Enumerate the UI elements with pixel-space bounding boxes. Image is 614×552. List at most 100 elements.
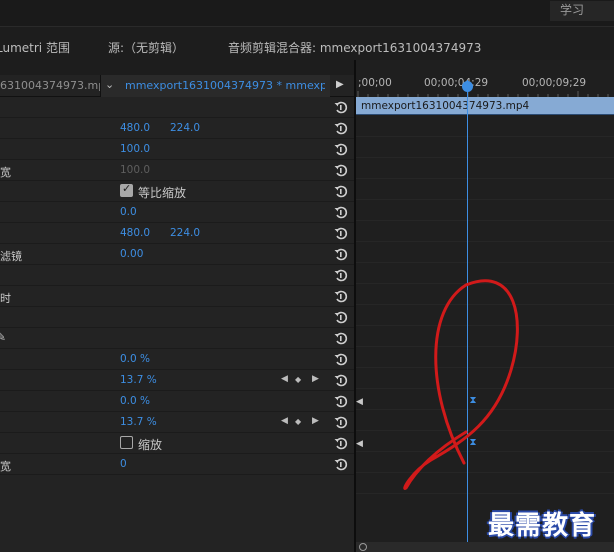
workspace-tab-learn[interactable]: 学习 bbox=[550, 1, 614, 21]
master-clip-label[interactable]: 631004374973.mp4 bbox=[0, 79, 100, 92]
reset-icon[interactable] bbox=[333, 414, 349, 430]
checkbox[interactable] bbox=[120, 182, 133, 197]
prev-keyframe-icon[interactable]: ◀ bbox=[281, 416, 288, 426]
keyframe-marker[interactable]: ⧗ bbox=[468, 438, 478, 448]
pen-icon[interactable]: ✎ bbox=[0, 330, 6, 344]
effect-property-row: 缩放 bbox=[0, 433, 354, 454]
checkbox[interactable] bbox=[120, 436, 133, 449]
watermark-logo: 最需教育 bbox=[488, 511, 597, 541]
timeline-row bbox=[356, 473, 614, 494]
effect-property-row: 宽 100.0 bbox=[0, 160, 354, 181]
property-value[interactable]: 0 bbox=[120, 458, 127, 470]
checkbox-label: 缩放 bbox=[138, 438, 163, 452]
zoom-handle[interactable] bbox=[359, 543, 367, 551]
reset-icon[interactable] bbox=[333, 162, 349, 178]
effect-property-row: 0.0 % bbox=[0, 391, 354, 412]
playhead-line[interactable] bbox=[467, 80, 468, 542]
reset-icon[interactable] bbox=[333, 393, 349, 409]
effect-property-row: 480.0 224.0 bbox=[0, 118, 354, 139]
playhead-handle[interactable] bbox=[462, 81, 473, 92]
reset-icon[interactable] bbox=[333, 330, 349, 346]
add-keyframe-icon[interactable]: ◆ bbox=[295, 375, 301, 384]
chevron-down-icon[interactable]: ⌄ bbox=[105, 78, 119, 91]
reset-icon[interactable] bbox=[333, 225, 349, 241]
tab-lumetri-scopes[interactable]: Lumetri 范围 bbox=[0, 39, 70, 56]
reset-icon[interactable] bbox=[333, 351, 349, 367]
ruler-ticks bbox=[357, 91, 609, 97]
keyframe-edge-marker: ◀ bbox=[356, 397, 363, 407]
timeline-row bbox=[356, 431, 614, 452]
effect-timeline[interactable]: ;00;00 00;00;04;29 00;00;09;29 mmexport1… bbox=[356, 60, 614, 552]
timeline-row bbox=[356, 284, 614, 305]
prev-keyframe-icon[interactable]: ◀ bbox=[281, 374, 288, 384]
effect-property-row bbox=[0, 307, 354, 328]
effect-property-row: 480.0 224.0 bbox=[0, 223, 354, 244]
reset-icon[interactable] bbox=[333, 141, 349, 157]
reset-icon[interactable] bbox=[333, 183, 349, 199]
property-value[interactable]: 0.0 bbox=[120, 206, 137, 218]
tab-audio-clip-mixer[interactable]: 音频剪辑混合器: mmexport1631004374973 bbox=[228, 39, 481, 56]
timeline-row bbox=[356, 389, 614, 410]
effect-property-row: 宽0 bbox=[0, 454, 354, 475]
timeline-row bbox=[356, 263, 614, 284]
property-label: 滤镜 bbox=[0, 250, 22, 263]
timeline-row bbox=[356, 200, 614, 221]
timeline-row bbox=[356, 137, 614, 158]
effect-property-row bbox=[0, 265, 354, 286]
play-icon[interactable]: ▶ bbox=[336, 79, 350, 90]
timecode-mid: 00;00;04;29 bbox=[424, 77, 489, 89]
property-label: 宽 bbox=[0, 460, 11, 473]
effect-property-row: 0.0 % bbox=[0, 349, 354, 370]
reset-icon[interactable] bbox=[333, 309, 349, 325]
reset-icon[interactable] bbox=[333, 204, 349, 220]
property-value[interactable]: 0.0 % bbox=[120, 395, 150, 407]
timeline-row bbox=[356, 242, 614, 263]
property-value[interactable]: 13.7 % bbox=[120, 416, 157, 428]
effect-property-row: 0.0 bbox=[0, 202, 354, 223]
effect-property-row: 13.7 % ◀ ◆ ▶ bbox=[0, 370, 354, 391]
effect-property-row: 时 bbox=[0, 286, 354, 307]
property-value-y[interactable]: 224.0 bbox=[170, 227, 200, 239]
property-value[interactable]: 0.00 bbox=[120, 248, 143, 260]
panel-tabs: Lumetri 范围 源:（无剪辑） 音频剪辑混合器: mmexport1631… bbox=[0, 32, 614, 60]
property-value[interactable]: 100.0 bbox=[120, 164, 150, 176]
effect-properties-list: 480.0 224.0 100.0 宽 100.0 等比缩放0.0 480.0 224.0 滤镜… bbox=[0, 97, 354, 552]
effect-property-row bbox=[0, 97, 354, 118]
timeline-row bbox=[356, 326, 614, 347]
timeline-row bbox=[356, 305, 614, 326]
property-value[interactable]: 0.0 % bbox=[120, 353, 150, 365]
property-value[interactable]: 480.0 bbox=[120, 227, 150, 239]
reset-icon[interactable] bbox=[333, 456, 349, 472]
effect-property-row: 13.7 % ◀ ◆ ▶ bbox=[0, 412, 354, 433]
timecode-start: ;00;00 bbox=[358, 77, 392, 89]
reset-icon[interactable] bbox=[333, 120, 349, 136]
keyframe-marker[interactable]: ⧗ bbox=[468, 396, 478, 406]
reset-icon[interactable] bbox=[333, 288, 349, 304]
property-value-y[interactable]: 224.0 bbox=[170, 122, 200, 134]
effect-property-row: 滤镜 0.00 bbox=[0, 244, 354, 265]
effect-property-row: 100.0 bbox=[0, 139, 354, 160]
timeline-row bbox=[356, 347, 614, 368]
tab-source[interactable]: 源:（无剪辑） bbox=[108, 39, 184, 56]
reset-icon[interactable] bbox=[333, 267, 349, 283]
property-value[interactable]: 100.0 bbox=[120, 143, 150, 155]
time-ruler[interactable]: ;00;00 00;00;04;29 00;00;09;29 bbox=[356, 75, 614, 97]
next-keyframe-icon[interactable]: ▶ bbox=[312, 374, 319, 384]
add-keyframe-icon[interactable]: ◆ bbox=[295, 417, 301, 426]
clip-bar[interactable]: mmexport1631004374973.mp4 bbox=[356, 97, 614, 115]
reset-icon[interactable] bbox=[333, 246, 349, 262]
property-value[interactable]: 13.7 % bbox=[120, 374, 157, 386]
timeline-row bbox=[356, 221, 614, 242]
property-label: 时 bbox=[0, 292, 11, 305]
timeline-row bbox=[356, 368, 614, 389]
reset-icon[interactable] bbox=[333, 372, 349, 388]
sequence-clip-selector[interactable]: ⌄ mmexport1631004374973 * mmexport... bbox=[100, 75, 330, 97]
reset-icon[interactable] bbox=[333, 99, 349, 115]
effect-controls-header: 631004374973.mp4 ⌄ mmexport1631004374973… bbox=[0, 75, 354, 97]
timecode-end: 00;00;09;29 bbox=[522, 77, 587, 89]
timeline-row bbox=[356, 410, 614, 431]
property-value[interactable]: 480.0 bbox=[120, 122, 150, 134]
reset-icon[interactable] bbox=[333, 435, 349, 451]
workspace-bar: 学习 bbox=[0, 0, 614, 27]
next-keyframe-icon[interactable]: ▶ bbox=[312, 416, 319, 426]
